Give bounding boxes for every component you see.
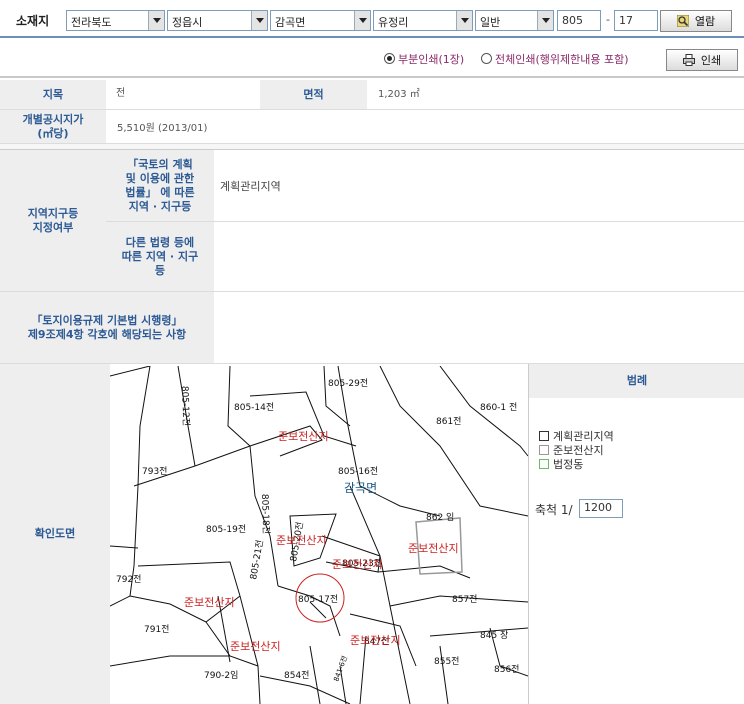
chevron-down-icon — [456, 11, 472, 30]
map-label-845: 845 장 — [480, 630, 508, 641]
map-label-793: 793전 — [142, 466, 167, 477]
city-value: 정읍시 — [172, 16, 203, 29]
number-separator: - — [606, 13, 610, 26]
view-button[interactable]: 열람 — [660, 10, 732, 32]
print-options-row: 부분인쇄(1장) 전체인쇄(행위제한내용 포함) 인쇄 — [0, 40, 744, 78]
map-header: 확인도면 — [0, 364, 110, 704]
scale-input[interactable]: 1200 — [579, 499, 623, 518]
jimok-header: 지목 — [0, 80, 106, 110]
map-label-805-17: 805-17전 — [298, 594, 338, 605]
magnifier-icon — [676, 14, 690, 28]
full-print-label: 전체인쇄(행위제한내용 포함) — [495, 53, 629, 66]
main-number-input[interactable]: 805 — [557, 10, 601, 31]
zone-designation-header: 지역지구등 지정여부 — [0, 150, 106, 292]
chevron-down-icon — [251, 11, 267, 30]
land-price-value: 5,510원 (2013/01) — [106, 110, 744, 144]
chevron-down-icon — [148, 11, 164, 30]
city-select[interactable]: 정읍시 — [167, 10, 268, 31]
sub-number-input[interactable]: 17 — [614, 10, 658, 31]
map-label-805-14: 805-14전 — [234, 402, 274, 413]
legend-swatch-plan — [539, 431, 549, 441]
province-select[interactable]: 전라북도 — [66, 10, 165, 31]
map-zone-label: 준보전산지 — [230, 640, 281, 653]
map-label-856: 856전 — [494, 664, 519, 675]
print-button[interactable]: 인쇄 — [666, 49, 738, 71]
regulation-header: 「토지이용규제 기본법 시행령」 제9조제4항 각호에 해당되는 사항 — [0, 292, 214, 364]
other-law-value — [214, 222, 744, 292]
legend-swatch-dong — [539, 459, 549, 469]
map-label-854: 854전 — [284, 670, 309, 681]
land-price-header: 개별공시지가 (㎡당) — [0, 110, 106, 144]
legend-item-dong: 법정동 — [553, 458, 584, 471]
map-label-790-2: 790-2임 — [204, 669, 238, 681]
chevron-down-icon — [354, 11, 370, 30]
zone-law-header: 「국토의 계획 및 이용에 관한 법률」 에 따른 지역 · 지구등 — [106, 150, 214, 222]
map-zone-label: 준보전산지 — [350, 634, 401, 647]
area-value: 1,203 ㎡ — [367, 80, 744, 110]
scale-label: 축척 1/ — [535, 503, 573, 517]
map-label-805-29: 805-29전 — [328, 378, 368, 389]
village-value: 유정리 — [378, 16, 409, 29]
printer-icon — [682, 54, 695, 66]
view-button-label: 열람 — [694, 15, 716, 28]
partial-print-label: 부분인쇄(1장) — [398, 53, 465, 66]
location-label: 소재지 — [16, 14, 50, 28]
map-zone-label: 준보전산지 — [278, 430, 329, 443]
map-label-805-21: 805-21전 — [248, 539, 266, 580]
map-canvas: 805-29전 805-12전 805-14전 861전 860-1 전 793… — [110, 366, 528, 704]
zone-law-value: 계획관리지역 — [214, 150, 744, 222]
map-label-855: 855전 — [434, 656, 459, 667]
map-label-857: 857전 — [452, 594, 477, 605]
province-value: 전라북도 — [71, 16, 112, 29]
map-label-805-12: 805-12전 — [179, 386, 191, 427]
map-zone-label: 준보전산지 — [184, 596, 235, 609]
land-type-select[interactable]: 일반 — [475, 10, 554, 31]
regulation-value — [214, 292, 744, 364]
district-select[interactable]: 감곡면 — [270, 10, 371, 31]
map-label-861: 861전 — [436, 416, 461, 427]
legend-panel: 범례 계획관리지역 준보전산지 법정동 축척 1/ 1200 — [528, 364, 744, 704]
map-label-805-16: 805-16전 — [338, 466, 378, 477]
legend-title: 범례 — [529, 364, 744, 398]
map-label-841-6: 841-6전 — [331, 654, 349, 682]
full-print-radio[interactable] — [481, 53, 492, 64]
map-label-805-19: 805-19전 — [206, 524, 246, 535]
legend-swatch-forest — [539, 445, 549, 455]
search-bar: 소재지 전라북도 정읍시 감곡면 유정리 일반 805 - 17 열람 — [0, 0, 744, 38]
print-button-label: 인쇄 — [700, 54, 722, 67]
map-zone-label: 준보전산지 — [332, 558, 383, 571]
map-area-label: 감곡면 — [344, 481, 377, 495]
map-label-791: 791전 — [144, 624, 169, 635]
cadastral-map[interactable]: 805-29전 805-12전 805-14전 861전 860-1 전 793… — [110, 366, 528, 704]
partial-print-radio[interactable] — [384, 53, 395, 64]
map-label-805-18: 805-18전 — [259, 494, 271, 535]
jimok-value: 전 — [106, 80, 260, 110]
map-zone-label: 준보전산지 — [408, 542, 459, 555]
land-type-value: 일반 — [480, 16, 501, 29]
district-value: 감곡면 — [275, 16, 306, 29]
village-select[interactable]: 유정리 — [373, 10, 473, 31]
map-label-862: 862 임 — [426, 511, 454, 523]
map-label-792: 792전 — [116, 574, 141, 585]
map-label-860-1: 860-1 전 — [480, 402, 517, 413]
area-header: 면적 — [260, 80, 367, 110]
chevron-down-icon — [537, 11, 553, 30]
other-law-header: 다른 법령 등에 따른 지역 · 지구 등 — [106, 222, 214, 292]
map-zone-label: 준보전산지 — [276, 534, 327, 547]
